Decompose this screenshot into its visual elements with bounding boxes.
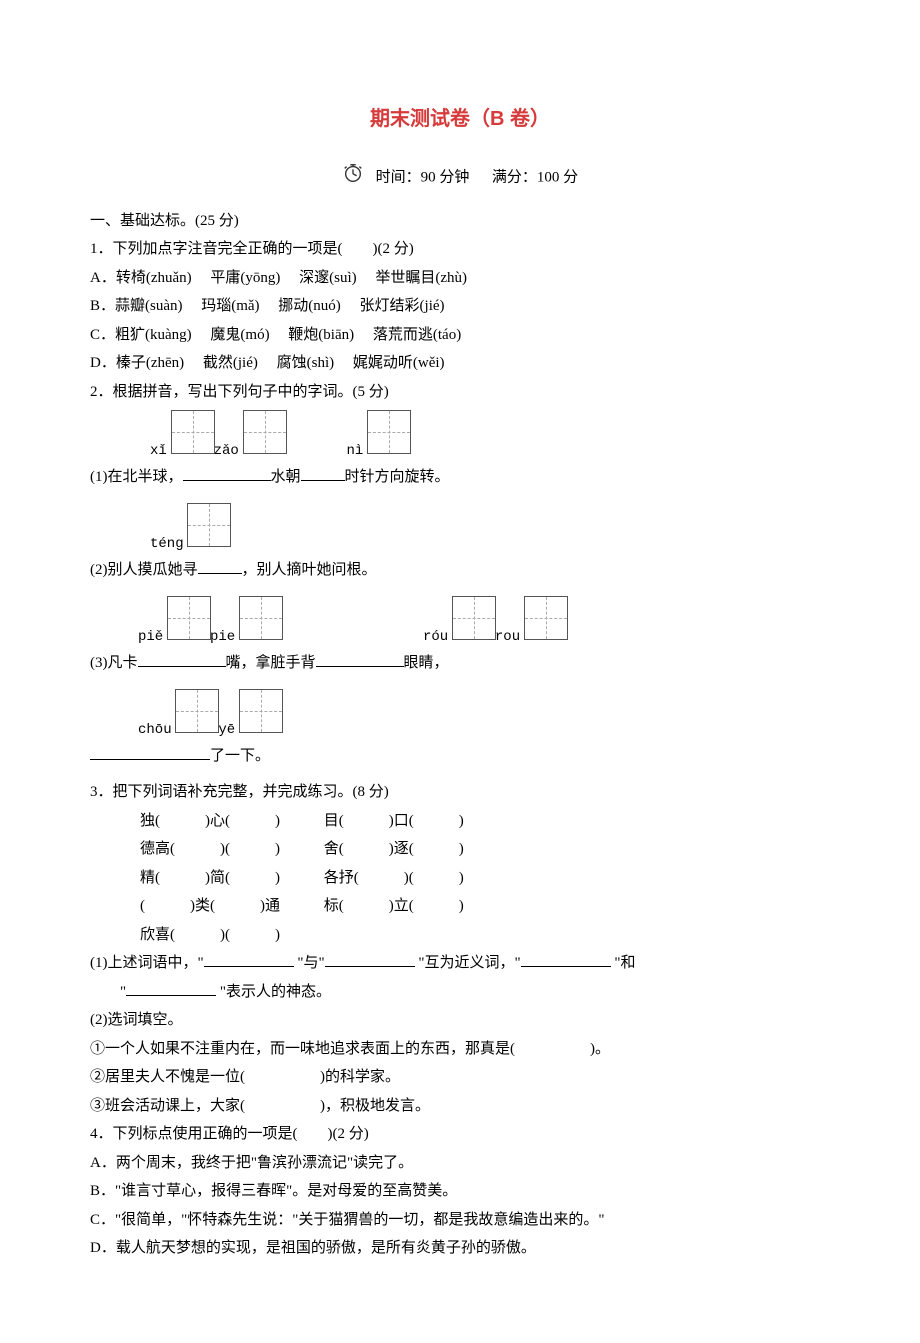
tianzi-grid[interactable] xyxy=(171,410,215,454)
text: 时针方向旋转。 xyxy=(345,463,450,500)
q3-sub1: (1)上述词语中，" "与" "互为近义词，" "和 xyxy=(90,949,830,978)
q1-stem: 1．下列加点字注音完全正确的一项是( )(2 分) xyxy=(90,235,830,264)
idiom: 目( )口( ) xyxy=(324,807,504,836)
pinyin-label: téng xyxy=(150,536,184,552)
q2-2-sentence: (2)别人摸瓜她寻 ，别人摘叶她问根。 xyxy=(90,556,830,593)
q4-choice-c: C．"很简单，"怀特森先生说："关于猫猬兽的一切，都是我故意编造出来的。" xyxy=(90,1206,830,1235)
section-1-heading: 一、基础达标。(25 分) xyxy=(90,207,830,236)
idiom: 各抒( )( ) xyxy=(324,864,504,893)
clock-icon xyxy=(342,162,364,195)
pinyin-label: pie xyxy=(210,629,235,645)
idiom: 独( )心( ) xyxy=(140,807,320,836)
q2-1-sentence: (1)在北半球， 水朝 时针方向旋转。 xyxy=(90,463,830,500)
q2-3-sentence-a: (3)凡卡 嘴，拿脏手背 眼睛， xyxy=(90,649,830,686)
q2-stem: 2．根据拼音，写出下列句子中的字词。(5 分) xyxy=(90,378,830,407)
pinyin-label: xǐ xyxy=(150,443,167,459)
text: 眼睛， xyxy=(404,649,449,686)
idiom-row: 独( )心( ) 目( )口( ) xyxy=(90,807,830,836)
tianzi-grid[interactable] xyxy=(524,596,568,640)
text: 水朝 xyxy=(271,463,301,500)
q2-3-pinyin-b: chōu yē xyxy=(90,689,830,744)
idiom: 精( )简( ) xyxy=(140,864,320,893)
text: "与" xyxy=(297,955,324,971)
text: (2)别人摸瓜她寻 xyxy=(90,556,198,593)
q4-choice-d: D．载人航天梦想的实现，是祖国的骄傲，是所有炎黄子孙的骄傲。 xyxy=(90,1234,830,1263)
idiom: 标( )立( ) xyxy=(324,892,504,921)
score-label: 满分：100 分 xyxy=(492,170,578,186)
idiom-row: 欣喜( )( ) xyxy=(90,921,830,950)
tianzi-grid[interactable] xyxy=(187,503,231,547)
idiom-row: ( )类( )通 标( )立( ) xyxy=(90,892,830,921)
q3-sub2-1: ①一个人如果不注重内在，而一味地追求表面上的东西，那真是( )。 xyxy=(90,1035,830,1064)
idiom-row: 精( )简( ) 各抒( )( ) xyxy=(90,864,830,893)
idiom: 德高( )( ) xyxy=(140,835,320,864)
q4-choice-a: A．两个周末，我终于把"鲁滨孙漂流记"读完了。 xyxy=(90,1149,830,1178)
pinyin-label: chōu xyxy=(138,722,172,738)
text: 了一下。 xyxy=(210,742,270,779)
text: (3)凡卡 xyxy=(90,649,138,686)
page-content: 期末测试卷（B 卷） 时间：90 分钟 满分：100 分 一、基础达标。(25 … xyxy=(0,0,920,1343)
pinyin-label: nì xyxy=(347,443,364,459)
idiom-row: 德高( )( ) 舍( )逐( ) xyxy=(90,835,830,864)
tianzi-grid[interactable] xyxy=(239,689,283,733)
text: "互为近义词，" xyxy=(418,955,520,971)
pinyin-label: rou xyxy=(495,629,520,645)
q3-sub2-2: ②居里夫人不愧是一位( )的科学家。 xyxy=(90,1063,830,1092)
text: (1)上述词语中，" xyxy=(90,955,204,971)
q3-sub2-3: ③班会活动课上，大家( )，积极地发言。 xyxy=(90,1092,830,1121)
tianzi-grid[interactable] xyxy=(243,410,287,454)
tianzi-grid[interactable] xyxy=(239,596,283,640)
tianzi-grid[interactable] xyxy=(167,596,211,640)
text: 嘴，拿脏手背 xyxy=(226,649,316,686)
tianzi-grid[interactable] xyxy=(452,596,496,640)
q3-sub1-cont: " "表示人的神态。 xyxy=(90,978,830,1007)
text: "和 xyxy=(614,955,635,971)
q2-3-sentence-b: 了一下。 xyxy=(90,742,830,779)
text: ，别人摘叶她问根。 xyxy=(242,556,377,593)
text: "表示人的神态。 xyxy=(220,984,331,1000)
q2-3-pinyin-a: piě pie róu rou xyxy=(90,596,830,651)
q4-choice-b: B．"谁言寸草心，报得三春晖"。是对母爱的至高赞美。 xyxy=(90,1177,830,1206)
pinyin-label: yē xyxy=(218,722,235,738)
pinyin-label: róu xyxy=(423,629,448,645)
idiom: ( )类( )通 xyxy=(140,892,320,921)
time-label: 时间：90 分钟 xyxy=(376,170,470,186)
text: (1)在北半球， xyxy=(90,463,183,500)
pinyin-label: zǎo xyxy=(214,443,239,459)
pinyin-label: piě xyxy=(138,629,163,645)
q1-choice-b: B．蒜瓣(suàn) 玛瑙(mǎ) 挪动(nuó) 张灯结彩(jié) xyxy=(90,292,830,321)
idiom: 舍( )逐( ) xyxy=(324,835,504,864)
exam-title: 期末测试卷（B 卷） xyxy=(90,100,830,138)
idiom: 欣喜( )( ) xyxy=(140,921,320,950)
q2-1-pinyin: xǐ zǎo nì xyxy=(90,410,830,465)
tianzi-grid[interactable] xyxy=(175,689,219,733)
q2-2-pinyin: téng xyxy=(90,503,830,558)
exam-meta: 时间：90 分钟 满分：100 分 xyxy=(90,162,830,195)
q3-stem: 3．把下列词语补充完整，并完成练习。(8 分) xyxy=(90,778,830,807)
q4-stem: 4．下列标点使用正确的一项是( )(2 分) xyxy=(90,1120,830,1149)
tianzi-grid[interactable] xyxy=(367,410,411,454)
q1-choice-d: D．榛子(zhēn) 截然(jié) 腐蚀(shì) 娓娓动听(wěi) xyxy=(90,349,830,378)
q1-choice-a: A．转椅(zhuǎn) 平庸(yōng) 深邃(suì) 举世瞩目(zhù) xyxy=(90,264,830,293)
q3-sub2: (2)选词填空。 xyxy=(90,1006,830,1035)
q1-choice-c: C．粗犷(kuàng) 魔鬼(mó) 鞭炮(biān) 落荒而逃(táo) xyxy=(90,321,830,350)
